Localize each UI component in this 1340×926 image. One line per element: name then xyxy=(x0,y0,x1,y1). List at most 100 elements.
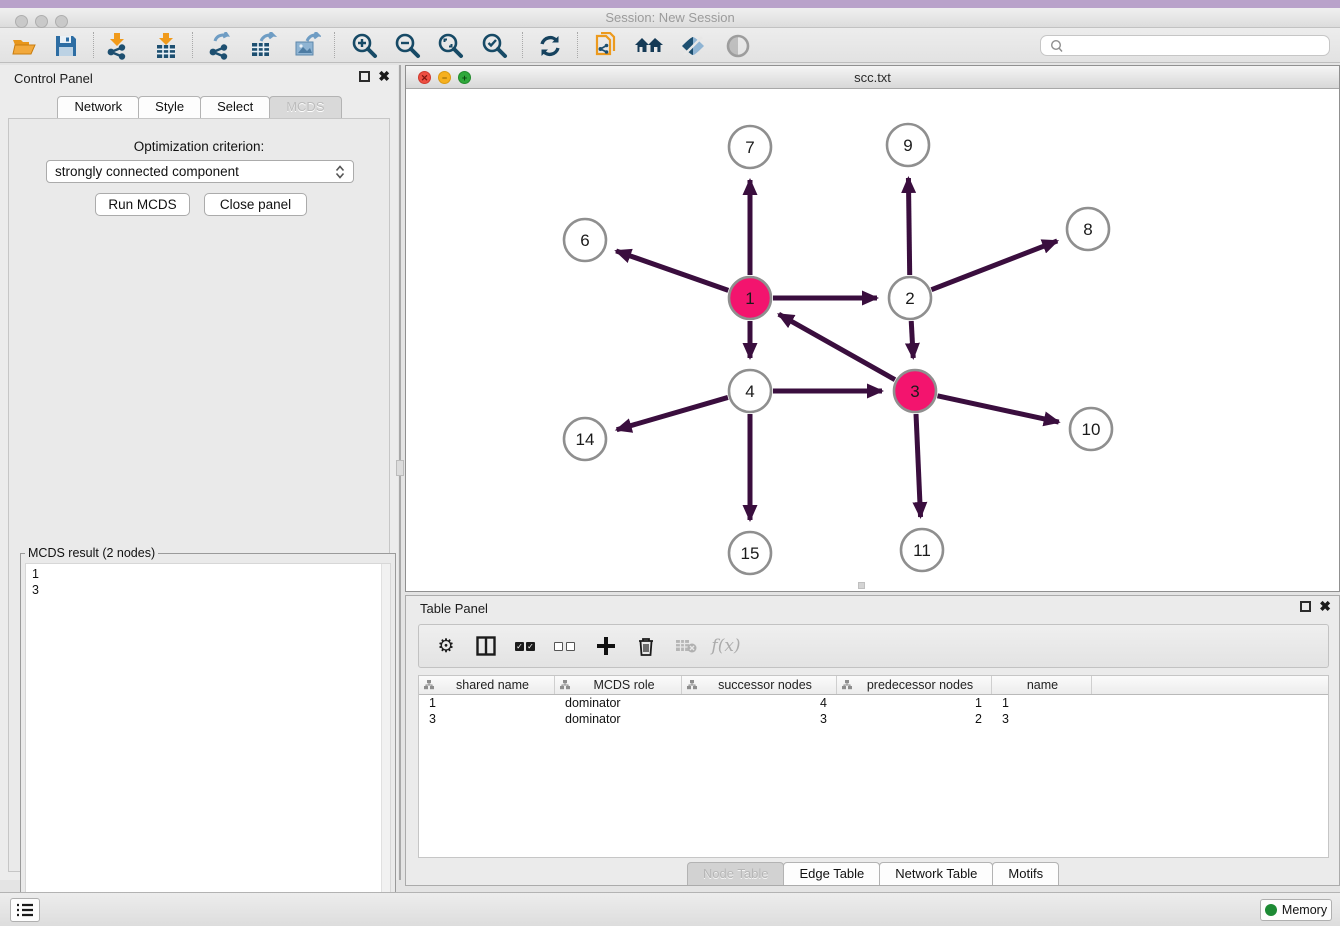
save-session-icon[interactable] xyxy=(50,30,82,61)
maximize-window-button[interactable] xyxy=(55,15,68,28)
network-canvas[interactable]: 1 2 3 4 6 7 8 9 10 11 14 15 xyxy=(406,89,1339,591)
graph-node-11[interactable]: 11 xyxy=(901,529,943,571)
delete-row-icon[interactable] xyxy=(633,633,659,659)
close-panel-icon[interactable]: ✖ xyxy=(378,71,390,82)
result-scrollbar[interactable] xyxy=(381,564,390,916)
zoom-out-icon[interactable] xyxy=(391,30,423,61)
mcds-tab-content: Optimization criterion: strongly connect… xyxy=(8,118,390,872)
hide-style-icon[interactable] xyxy=(677,30,709,61)
table-row[interactable]: 3dominator323 xyxy=(419,711,1328,727)
table-cell[interactable]: dominator xyxy=(555,711,682,727)
node-label: 2 xyxy=(905,289,914,308)
edge-4-14[interactable] xyxy=(617,397,728,429)
graph-node-2[interactable]: 2 xyxy=(889,277,931,319)
column-header-MCDS-role[interactable]: MCDS role xyxy=(555,676,682,694)
memory-button[interactable]: Memory xyxy=(1260,899,1332,921)
run-mcds-button[interactable]: Run MCDS xyxy=(95,193,190,216)
minimize-window-button[interactable] xyxy=(35,15,48,28)
graph-node-15[interactable]: 15 xyxy=(729,532,771,574)
eye-icon[interactable] xyxy=(722,30,754,61)
graph-node-10[interactable]: 10 xyxy=(1070,408,1112,450)
control-panel: Control Panel ✖ NetworkStyleSelectMCDS O… xyxy=(0,65,398,880)
column-header-name[interactable]: name xyxy=(992,676,1092,694)
control-tab-network[interactable]: Network xyxy=(57,96,139,118)
deselect-all-icon[interactable] xyxy=(553,633,579,659)
table-body: 1dominator4113dominator323 xyxy=(419,695,1328,727)
column-header-predecessor-nodes[interactable]: predecessor nodes xyxy=(837,676,992,694)
network-close-button[interactable]: ✕ xyxy=(418,71,431,84)
edge-2-3[interactable] xyxy=(911,321,913,358)
network-minimize-button[interactable]: − xyxy=(438,71,451,84)
control-tab-mcds[interactable]: MCDS xyxy=(269,96,341,118)
zoom-selected-icon[interactable] xyxy=(478,30,510,61)
zoom-in-icon[interactable] xyxy=(348,30,380,61)
table-cell[interactable]: 1 xyxy=(837,695,992,711)
delete-table-icon[interactable] xyxy=(673,633,699,659)
edge-3-1[interactable] xyxy=(779,314,895,380)
edge-1-6[interactable] xyxy=(616,251,728,290)
graph-node-1[interactable]: 1 xyxy=(729,277,771,319)
export-network-icon[interactable] xyxy=(204,30,236,61)
node-table[interactable]: shared nameMCDS rolesuccessor nodesprede… xyxy=(418,675,1329,858)
control-panel-header: Control Panel ✖ xyxy=(0,65,398,91)
edge-2-9[interactable] xyxy=(908,178,909,275)
graph-node-9[interactable]: 9 xyxy=(887,124,929,166)
table-settings-icon[interactable]: ⚙ xyxy=(433,633,459,659)
export-table-icon[interactable] xyxy=(247,30,279,61)
export-image-icon[interactable] xyxy=(291,30,323,61)
mcds-result-list[interactable]: 13 xyxy=(25,563,391,917)
network-zoom-button[interactable]: + xyxy=(458,71,471,84)
select-all-icon[interactable]: ✓✓ xyxy=(513,633,539,659)
task-history-button[interactable] xyxy=(10,898,40,922)
table-cell[interactable]: dominator xyxy=(555,695,682,711)
graph-node-14[interactable]: 14 xyxy=(564,418,606,460)
node-label: 6 xyxy=(580,231,589,250)
table-cell[interactable]: 3 xyxy=(682,711,837,727)
control-tab-select[interactable]: Select xyxy=(200,96,270,118)
table-tab-edge-table[interactable]: Edge Table xyxy=(783,862,880,885)
graph-node-3[interactable]: 3 xyxy=(894,370,936,412)
refresh-icon[interactable] xyxy=(534,30,566,61)
edge-3-11[interactable] xyxy=(916,414,921,517)
table-tab-network-table[interactable]: Network Table xyxy=(879,862,993,885)
table-cell[interactable]: 3 xyxy=(992,711,1092,727)
control-tab-style[interactable]: Style xyxy=(138,96,201,118)
graph-node-6[interactable]: 6 xyxy=(564,219,606,261)
network-graph[interactable]: 1 2 3 4 6 7 8 9 10 11 14 15 xyxy=(406,89,1339,591)
houses-icon[interactable] xyxy=(633,30,665,61)
import-table-icon[interactable] xyxy=(150,30,182,61)
table-tab-node-table[interactable]: Node Table xyxy=(687,862,785,885)
graph-node-4[interactable]: 4 xyxy=(729,370,771,412)
edge-2-8[interactable] xyxy=(931,241,1057,290)
control-panel-tabs: NetworkStyleSelectMCDS xyxy=(0,96,398,118)
table-cell[interactable]: 1 xyxy=(992,695,1092,711)
add-row-icon[interactable] xyxy=(593,633,619,659)
duplicate-network-icon[interactable] xyxy=(590,30,622,61)
column-header-shared-name[interactable]: shared name xyxy=(419,676,555,694)
function-builder-icon[interactable]: f(x) xyxy=(713,633,739,659)
zoom-fit-icon[interactable] xyxy=(434,30,466,61)
column-header-successor-nodes[interactable]: successor nodes xyxy=(682,676,837,694)
table-panel-tabs: Node TableEdge TableNetwork TableMotifs xyxy=(406,862,1339,885)
canvas-resize-handle[interactable] xyxy=(858,582,865,589)
import-network-icon[interactable] xyxy=(102,30,134,61)
table-cell[interactable]: 1 xyxy=(419,695,555,711)
optimization-dropdown[interactable]: strongly connected component xyxy=(46,160,354,183)
table-cell[interactable]: 3 xyxy=(419,711,555,727)
table-cell[interactable]: 2 xyxy=(837,711,992,727)
close-panel-button[interactable]: Close panel xyxy=(204,193,307,216)
table-tab-motifs[interactable]: Motifs xyxy=(992,862,1059,885)
graph-node-7[interactable]: 7 xyxy=(729,126,771,168)
panel-divider-handle[interactable] xyxy=(396,460,404,476)
search-input[interactable] xyxy=(1067,37,1329,54)
columns-icon[interactable] xyxy=(473,633,499,659)
table-row[interactable]: 1dominator411 xyxy=(419,695,1328,711)
graph-node-8[interactable]: 8 xyxy=(1067,208,1109,250)
table-cell[interactable]: 4 xyxy=(682,695,837,711)
close-window-button[interactable] xyxy=(15,15,28,28)
close-table-panel-icon[interactable]: ✖ xyxy=(1319,601,1331,612)
edge-3-10[interactable] xyxy=(937,396,1058,422)
float-panel-icon[interactable] xyxy=(359,71,370,82)
open-session-icon[interactable] xyxy=(8,30,40,61)
float-table-panel-icon[interactable] xyxy=(1300,601,1311,612)
